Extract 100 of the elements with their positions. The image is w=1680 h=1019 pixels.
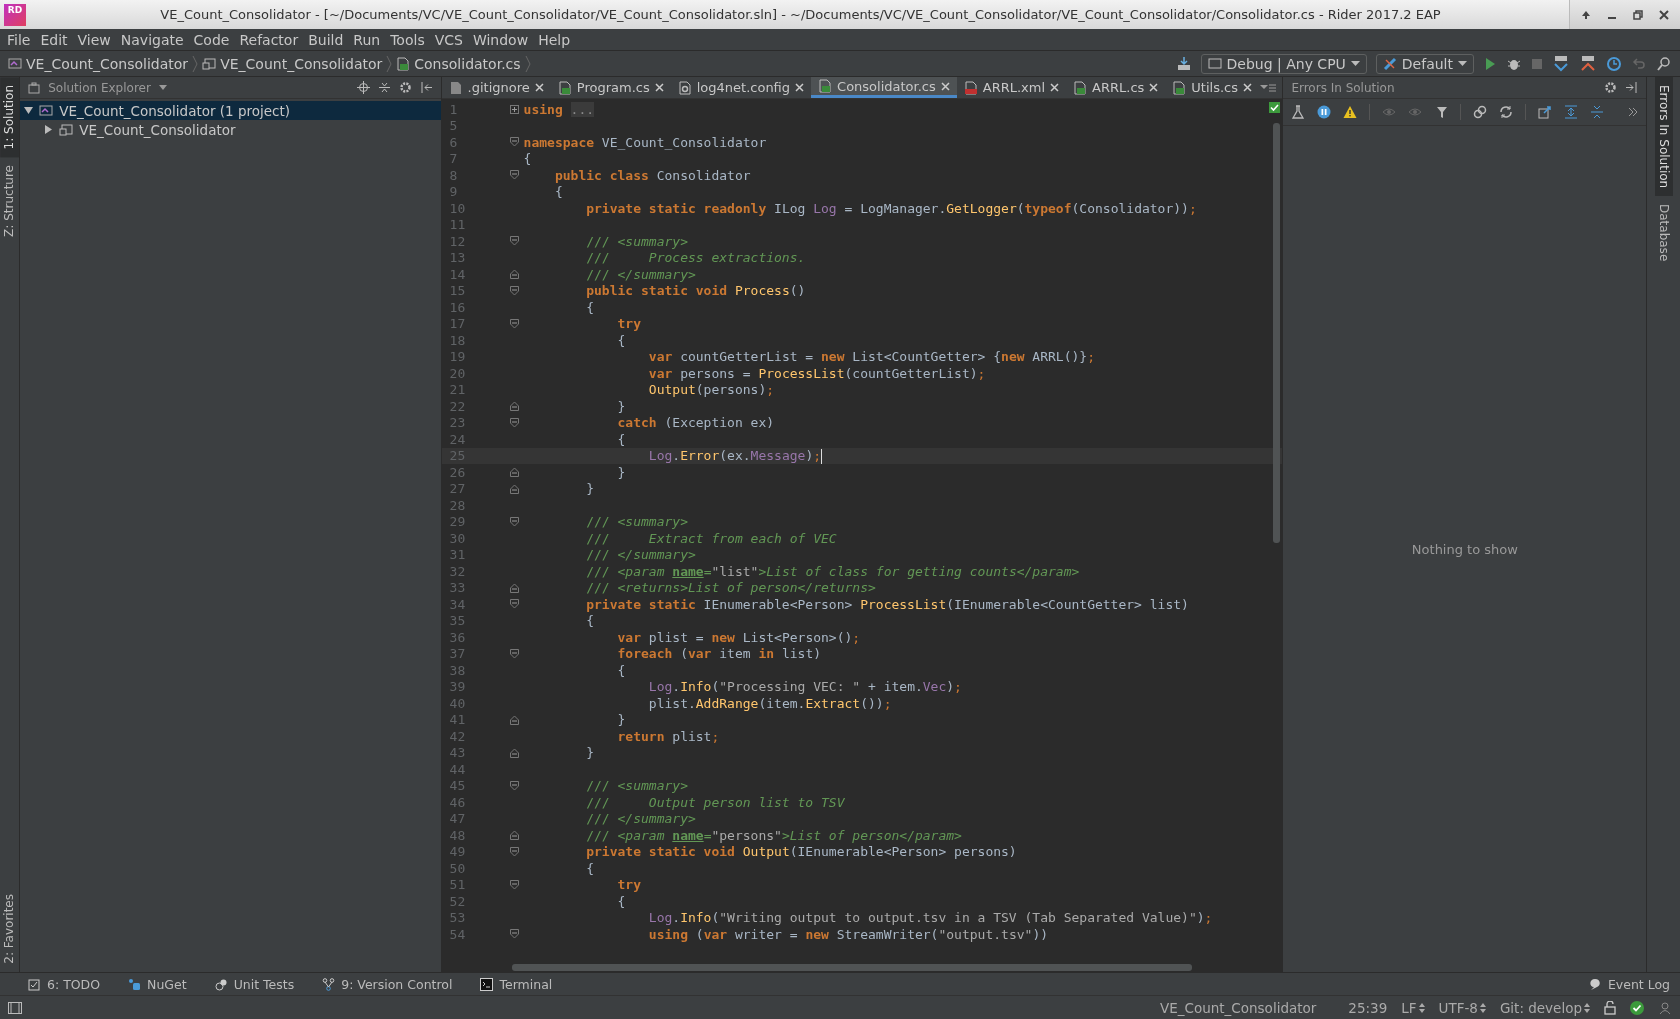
line-number: 10 — [448, 200, 467, 216]
monitor-icon — [1207, 56, 1222, 71]
export-icon[interactable] — [1538, 105, 1553, 119]
menu-item[interactable]: Help — [533, 31, 576, 48]
collapse-icon[interactable] — [377, 81, 391, 94]
menu-item[interactable]: Tools — [385, 31, 430, 48]
refresh-icon[interactable] — [1499, 105, 1514, 119]
tool-window-button[interactable]: Unit Tests — [214, 976, 305, 992]
fold-icon[interactable] — [509, 417, 519, 428]
tool-window-tab[interactable]: Database — [1654, 196, 1673, 270]
search-icon[interactable] — [1656, 55, 1672, 72]
history-icon[interactable] — [1606, 55, 1622, 72]
collapse-all-icon[interactable] — [1590, 105, 1605, 119]
scrollbar-thumb[interactable] — [1273, 123, 1281, 543]
expander-icon[interactable] — [44, 125, 54, 134]
panel-title[interactable]: Solution Explorer — [48, 80, 151, 95]
editor-tab[interactable]: Consolidator.cs — [811, 77, 957, 98]
code-line: Log.Error(ex.Message); — [647, 447, 823, 464]
fold-end-icon[interactable] — [509, 830, 519, 841]
fold-icon[interactable] — [509, 648, 519, 659]
caret-icon[interactable] — [158, 85, 167, 90]
tool-window-button[interactable]: Terminal — [480, 976, 563, 992]
tool-window-tab[interactable]: 2: Favorites — [0, 886, 20, 972]
menu-item[interactable]: Edit — [35, 31, 73, 48]
fold-icon[interactable] — [509, 599, 519, 610]
close-icon[interactable] — [1658, 8, 1670, 21]
caret-position[interactable]: 25:39 — [1348, 999, 1388, 1016]
fold-icon[interactable] — [509, 879, 519, 890]
filter-icon[interactable] — [1434, 105, 1449, 119]
menu-item[interactable]: VCS — [429, 31, 468, 48]
editor-tab[interactable]: log4net.config — [670, 77, 812, 98]
breadcrumb-item[interactable]: Consolidator.cs — [414, 55, 521, 72]
run-icon[interactable] — [1483, 56, 1497, 71]
menu-item[interactable]: View — [72, 31, 116, 48]
fold-icon[interactable] — [509, 170, 519, 181]
tool-window-tab[interactable]: 1: Solution — [0, 77, 20, 158]
menu-item[interactable]: Code — [188, 31, 235, 48]
menu-item[interactable]: Run — [348, 31, 386, 48]
editor-tab[interactable]: ARRL.xml — [956, 77, 1067, 98]
hide-panel-icon[interactable] — [419, 81, 433, 94]
gear-icon[interactable] — [398, 81, 412, 94]
fold-end-icon[interactable] — [509, 483, 519, 494]
fold-icon[interactable] — [509, 285, 519, 296]
fold-end-icon[interactable] — [509, 582, 519, 593]
unlock-icon[interactable] — [1604, 1000, 1616, 1015]
vcs-update-icon[interactable] — [1552, 54, 1570, 73]
menu-item[interactable]: Refactor — [234, 31, 304, 48]
crosshair-icon[interactable] — [356, 81, 370, 94]
editor-tab[interactable]: .gitignore — [441, 77, 551, 98]
pause-icon[interactable] — [1317, 105, 1332, 119]
fold-end-icon[interactable] — [509, 401, 519, 412]
vcs-commit-icon[interactable] — [1579, 54, 1597, 73]
run-target-dropdown[interactable]: Default — [1375, 53, 1474, 74]
tool-window-button[interactable]: 6: TODO — [28, 976, 111, 992]
tool-window-button[interactable]: Event Log — [1587, 976, 1680, 992]
editor-tab[interactable]: Utils.cs — [1165, 77, 1259, 98]
menu-item[interactable]: Navigate — [115, 31, 189, 48]
tool-window-tab[interactable]: Z: Structure — [0, 157, 20, 246]
restore-icon[interactable] — [1632, 8, 1644, 21]
fold-end-icon[interactable] — [509, 467, 519, 478]
tab-list-icon[interactable] — [1260, 82, 1277, 93]
scrollbar-thumb[interactable] — [511, 964, 1192, 971]
fold-icon[interactable] — [509, 318, 519, 329]
git-branch-selector[interactable]: Git: develop — [1499, 999, 1590, 1016]
check-circle-icon[interactable] — [1630, 1000, 1644, 1015]
build-icon[interactable] — [1175, 55, 1192, 72]
configuration-dropdown[interactable]: Debug | Any CPU — [1200, 53, 1367, 74]
editor-tab[interactable]: ARRL.cs — [1066, 77, 1166, 98]
hide-panel-icon[interactable] — [1625, 81, 1639, 94]
more-icon[interactable] — [1628, 107, 1639, 117]
fold-icon[interactable] — [509, 516, 519, 527]
tree-item[interactable]: VE_Count_Consolidator (1 project) — [20, 101, 441, 120]
breadcrumb-item[interactable]: VE_Count_Consolidator — [220, 55, 383, 72]
menu-item[interactable]: Build — [303, 31, 349, 48]
gear-icon[interactable] — [1604, 81, 1618, 94]
line-separator-selector[interactable]: LF — [1401, 999, 1425, 1016]
encoding-selector[interactable]: UTF-8 — [1438, 999, 1486, 1016]
tool-window-button[interactable]: 9: Version Control — [322, 976, 463, 992]
menu-item[interactable]: File — [2, 31, 36, 48]
flask-icon[interactable] — [1291, 105, 1306, 119]
fold-icon[interactable] — [509, 929, 519, 940]
link-icon[interactable] — [1473, 105, 1488, 119]
expand-fold-icon[interactable] — [509, 104, 519, 114]
expand-all-icon[interactable] — [1564, 105, 1579, 119]
expander-icon[interactable] — [24, 106, 34, 115]
fold-end-icon[interactable] — [509, 747, 519, 758]
warning-icon[interactable] — [1343, 105, 1358, 119]
tool-window-button[interactable]: NuGet — [128, 976, 197, 992]
editor-tab[interactable]: Program.cs — [550, 77, 671, 98]
tool-window-tab[interactable]: Errors In Solution — [1654, 77, 1673, 197]
fold-icon[interactable] — [509, 780, 519, 791]
fold-icon[interactable] — [509, 137, 519, 148]
panel-toggle-icon[interactable] — [8, 1001, 22, 1014]
tree-item[interactable]: VE_Count_Consolidator — [20, 120, 441, 139]
fold-icon[interactable] — [509, 846, 519, 857]
menu-item[interactable]: Window — [467, 31, 534, 48]
fold-end-icon[interactable] — [509, 714, 519, 725]
fold-icon[interactable] — [509, 236, 519, 247]
breadcrumb-item[interactable]: VE_Count_Consolidator — [26, 55, 189, 72]
fold-end-icon[interactable] — [509, 269, 519, 280]
